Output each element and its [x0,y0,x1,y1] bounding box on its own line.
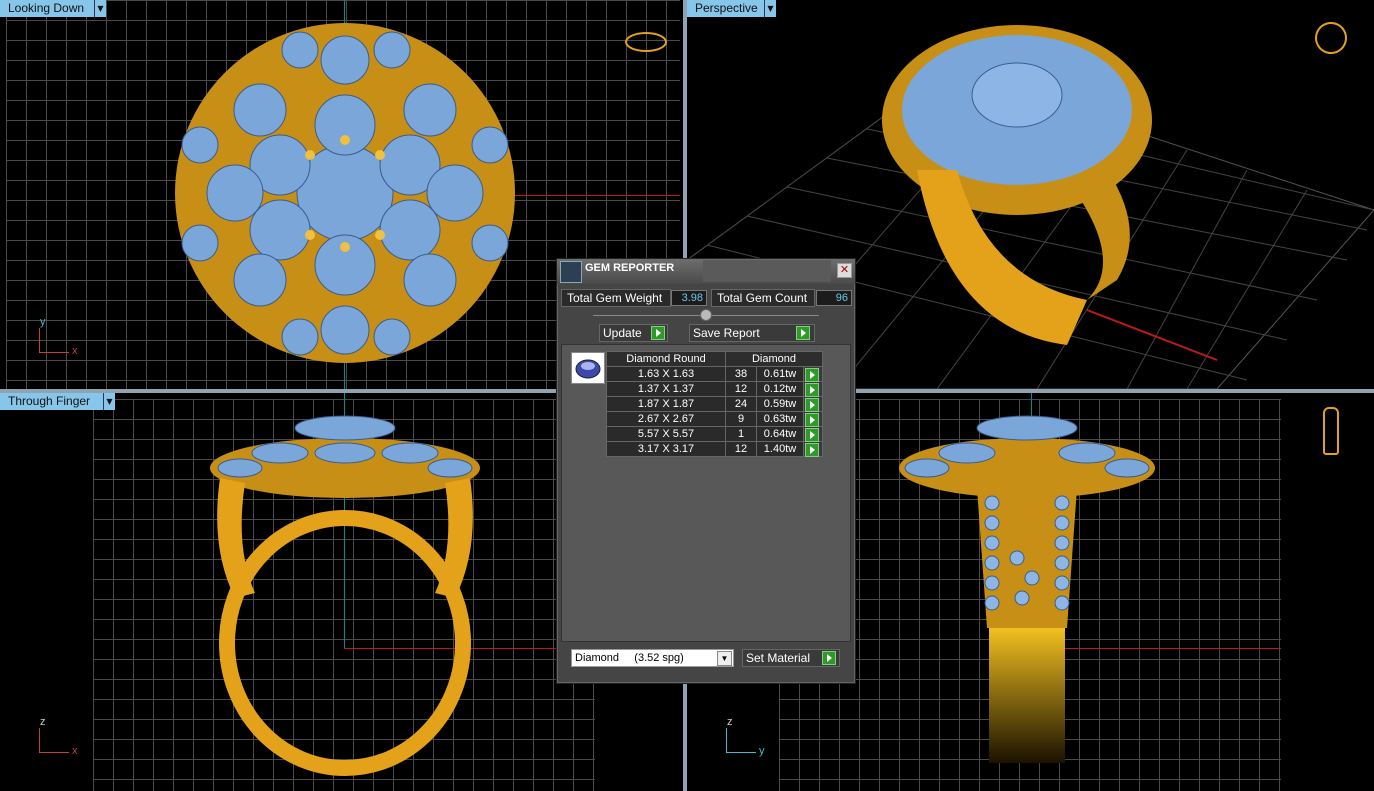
gem-size: 2.67 X 2.67 [606,411,726,427]
axis-y-label: y [40,316,46,328]
gem-weight: 1.40tw [756,441,804,457]
view-cube-icon[interactable] [1323,407,1339,455]
gem-count: 12 [725,381,757,397]
row-action[interactable] [803,381,823,397]
play-icon[interactable] [805,428,819,442]
ring-top-view [175,23,515,363]
dialog-title: GEM REPORTER [585,262,675,274]
gem-weight: 0.59tw [756,396,804,412]
column-header: Diamond [725,351,823,367]
table-row[interactable]: 1.87 X 1.87 24 0.59tw [606,396,823,412]
play-icon[interactable] [651,326,665,340]
set-material-button[interactable]: Set Material [742,649,840,667]
collapse-knob[interactable] [700,309,712,321]
row-action[interactable] [803,366,823,382]
update-label: Update [603,326,642,340]
gem-count: 38 [725,366,757,382]
gem-count: 24 [725,396,757,412]
axis-triad: z x [36,716,80,758]
ring-side-view [899,415,1155,763]
gem-reporter-icon [560,261,582,283]
viewport-label[interactable]: Perspective [687,0,768,17]
row-action[interactable] [803,441,823,457]
play-icon[interactable] [805,368,819,382]
close-icon[interactable]: ✕ [837,263,852,278]
gem-reporter-dialog: GEM REPORTER ✕ Total Gem Weight 3.98 Tot… [556,258,856,684]
gem-weight: 0.12tw [756,381,804,397]
axis-z-label: z [40,716,46,728]
axis-z-label: z [727,716,733,728]
set-material-label: Set Material [746,651,811,665]
dialog-title-bar[interactable]: GEM REPORTER ✕ [557,259,855,284]
viewport-label[interactable]: Through Finger [0,393,107,410]
gem-size: 3.17 X 3.17 [606,441,726,457]
column-header: Diamond Round [606,351,726,367]
save-report-label: Save Report [693,326,760,340]
axis-x-label: x [72,345,78,357]
gem-size: 5.57 X 5.57 [606,426,726,442]
gem-weight: 0.64tw [756,426,804,442]
play-icon[interactable] [805,398,819,412]
play-icon[interactable] [796,326,810,340]
gem-table: Diamond Round Diamond 1.63 X 1.63 38 0.6… [606,351,823,457]
axis-y-label: y [759,745,765,757]
table-row[interactable]: 5.57 X 5.57 1 0.64tw [606,426,823,442]
play-icon[interactable] [805,413,819,427]
row-action[interactable] [803,426,823,442]
gem-list-panel: Diamond Round Diamond 1.63 X 1.63 38 0.6… [561,344,851,642]
row-action[interactable] [803,411,823,427]
viewport-label[interactable]: Looking Down [0,0,98,17]
view-cube-icon[interactable] [625,32,667,52]
play-icon[interactable] [805,383,819,397]
axis-triad: z y [723,716,767,758]
update-button[interactable]: Update [599,324,668,342]
material-select[interactable]: Diamond (3.52 spg) ▼ [571,649,734,667]
title-tab [703,260,831,282]
table-row[interactable]: 3.17 X 3.17 12 1.40tw [606,441,823,457]
ring-front-view [210,415,480,776]
total-gem-weight-value: 3.98 [671,290,707,306]
chevron-down-icon[interactable]: ▼ [717,651,732,666]
save-report-button[interactable]: Save Report [689,324,815,342]
table-row[interactable]: 1.37 X 1.37 12 0.12tw [606,381,823,397]
chevron-down-icon[interactable]: ▼ [103,393,115,410]
gem-weight: 0.61tw [756,366,804,382]
total-gem-count-value: 96 [816,290,852,306]
axis-triad: y x [36,316,80,358]
total-gem-count-label: Total Gem Count [711,289,815,307]
gem-size: 1.37 X 1.37 [606,381,726,397]
table-row[interactable]: 2.67 X 2.67 9 0.63tw [606,411,823,427]
play-icon[interactable] [822,651,836,665]
play-icon[interactable] [805,443,819,457]
table-row[interactable]: 1.63 X 1.63 38 0.61tw [606,366,823,382]
diamond-round-icon [575,359,601,379]
gem-count: 12 [725,441,757,457]
chevron-down-icon[interactable]: ▼ [94,0,106,17]
gem-weight: 0.63tw [756,411,804,427]
total-gem-weight-label: Total Gem Weight [561,289,671,307]
gem-count: 9 [725,411,757,427]
gem-size: 1.63 X 1.63 [606,366,726,382]
chevron-down-icon[interactable]: ▼ [764,0,776,17]
gem-size: 1.87 X 1.87 [606,396,726,412]
material-select-value: Diamond (3.52 spg) [575,652,684,664]
axis-x-label: x [72,745,78,757]
row-action[interactable] [803,396,823,412]
gem-shape-thumbnail[interactable] [571,352,605,384]
gem-count: 1 [725,426,757,442]
